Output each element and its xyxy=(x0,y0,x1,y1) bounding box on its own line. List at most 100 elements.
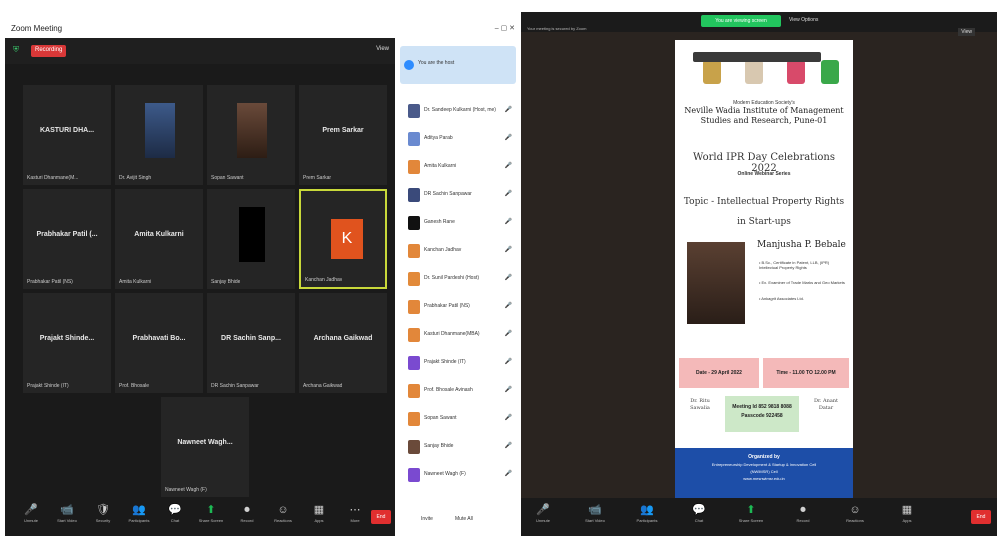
toolbar-button-apps[interactable]: ▦ Apps xyxy=(893,502,921,532)
security-icon: 🛡 xyxy=(96,504,110,516)
toolbar-label: Chat xyxy=(694,518,704,523)
toolbar-button-start-video[interactable]: 📹 Start Video xyxy=(581,502,609,532)
participant-name: DR Sachin Sanp... xyxy=(221,335,281,342)
toolbar-button-chat[interactable]: 💬 Chat xyxy=(161,502,189,532)
avatar xyxy=(408,356,420,370)
toolbar-button-record[interactable]: ⏺ Record xyxy=(789,502,817,532)
microphone-icon[interactable]: 🎤 xyxy=(505,386,512,393)
passcode: Passcode 922458 xyxy=(741,413,783,419)
annotation-toolbar[interactable] xyxy=(693,52,821,62)
participant-video-tile[interactable]: Archana Gaikwad Archana Gaikwad xyxy=(299,293,387,393)
participant-video-tile[interactable]: Sanjay Bhide xyxy=(207,189,295,289)
toolbar-label: Reactions xyxy=(846,518,864,523)
apps-icon: ▦ xyxy=(901,504,913,516)
shield-icon[interactable]: ⛨ xyxy=(13,45,19,55)
invite-button[interactable]: Invite xyxy=(421,516,433,522)
microphone-icon[interactable]: 🎤 xyxy=(505,218,512,225)
end-meeting-button[interactable]: End xyxy=(971,510,991,524)
recording-indicator[interactable]: Recording xyxy=(31,45,67,57)
participant-video xyxy=(239,207,265,262)
toolbar-button-chat[interactable]: 💬 Chat xyxy=(685,502,713,532)
participant-video-tile[interactable]: Prabhakar Patil (... Prabhakar Patil (NS) xyxy=(23,189,111,289)
participant-list-item[interactable]: Aditya Parab 🎤 xyxy=(400,128,516,150)
time-box: Time - 11.00 TO 12.00 PM xyxy=(763,358,849,388)
toolbar-button-participants[interactable]: 👥 Participants xyxy=(125,502,153,532)
toolbar-button-apps[interactable]: ▦ Apps xyxy=(305,502,333,532)
view-button[interactable]: View xyxy=(958,28,975,36)
view-options-button[interactable]: View Options xyxy=(789,17,818,23)
participant-list-item[interactable]: Kanchan Jadhav 🎤 xyxy=(400,240,516,262)
participant-caption: Prem Sarkar xyxy=(303,175,332,181)
mute-all-button[interactable]: Mute All xyxy=(455,516,473,522)
participant-list-item[interactable]: Prabhakar Patil (NS) 🎤 xyxy=(400,296,516,318)
participant-caption: Archana Gaikwad xyxy=(303,383,343,389)
toolbar-button-security[interactable]: 🛡 Security xyxy=(89,502,117,532)
participant-video-tile[interactable]: K Kanchan Jadhav xyxy=(299,189,387,289)
participant-list-item[interactable]: Nawneet Wagh (F) 🎤 xyxy=(400,464,516,486)
microphone-icon[interactable]: 🎤 xyxy=(505,330,512,337)
toolbar-button-more[interactable]: ⋯ More xyxy=(341,502,369,532)
toolbar-button-record[interactable]: ⏺ Record xyxy=(233,502,261,532)
microphone-icon[interactable]: 🎤 xyxy=(505,442,512,449)
participant-list-item[interactable]: Dr. Sandeep Kulkarni (Host, me) 🎤 xyxy=(400,100,516,122)
participant-list-item[interactable]: Dr. Sunil Pardeshi (Host) 🎤 xyxy=(400,268,516,290)
participant-list-item[interactable]: Prof. Bhosale Avinash 🎤 xyxy=(400,380,516,402)
toolbar-label: Share Screen xyxy=(738,518,764,523)
participant-video-tile[interactable]: Prem Sarkar Prem Sarkar xyxy=(299,85,387,185)
website: www.mesnwimsr.edu.in xyxy=(743,476,785,481)
avatar xyxy=(408,384,420,398)
toolbar-label: Participants xyxy=(128,518,150,523)
participant-video-tile[interactable]: Prabhavati Bo... Prof. Bhosale xyxy=(115,293,203,393)
toolbar-label: Chat xyxy=(170,518,180,523)
participant-list-item[interactable]: Sopan Sawant 🎤 xyxy=(400,408,516,430)
participant-name: Dr. Sunil Pardeshi (Host) xyxy=(424,275,480,281)
participant-caption: Kanchan Jadhav xyxy=(305,277,343,283)
notice-text: You are the host xyxy=(418,60,455,66)
participant-name: KASTURI DHA... xyxy=(39,127,95,134)
participant-video-tile[interactable]: DR Sachin Sanp... DR Sachin Sanpawar xyxy=(207,293,295,393)
microphone-icon[interactable]: 🎤 xyxy=(505,274,512,281)
toolbar-button-participants[interactable]: 👥 Participants xyxy=(633,502,661,532)
microphone-icon[interactable]: 🎤 xyxy=(505,302,512,309)
microphone-icon[interactable]: 🎤 xyxy=(505,190,512,197)
microphone-icon[interactable]: 🎤 xyxy=(505,106,512,113)
participant-video-tile[interactable]: Dr. Avijit Singh xyxy=(115,85,203,185)
participant-video-tile[interactable]: Prajakt Shinde... Prajakt Shinde (IT) xyxy=(23,293,111,393)
microphone-icon[interactable]: 🎤 xyxy=(505,358,512,365)
participant-list-item[interactable]: Ganesh Rane 🎤 xyxy=(400,212,516,234)
participant-video-tile[interactable]: Amita Kulkarni Amita Kulkarni xyxy=(115,189,203,289)
participant-list-item[interactable]: Prajakt Shinde (IT) 🎤 xyxy=(400,352,516,374)
organizer: Entrepreneurship Development & Startup &… xyxy=(711,462,817,467)
logo-left xyxy=(703,60,721,84)
shared-poster: Modern Education Society's Neville Wadia… xyxy=(675,40,853,502)
microphone-icon[interactable]: 🎤 xyxy=(505,134,512,141)
toolbar-label: Record xyxy=(240,518,254,523)
participant-name: Kasturi Dhanmane(MBA) xyxy=(424,331,480,337)
toolbar-button-unmute[interactable]: 🎤 Unmute xyxy=(17,502,45,532)
toolbar-button-reactions[interactable]: ☺ Reactions xyxy=(269,502,297,532)
window-controls[interactable]: – ▢ ✕ xyxy=(495,24,515,32)
participant-video-tile[interactable]: KASTURI DHA... Kasturi Dhanmane(M... xyxy=(23,85,111,185)
microphone-icon[interactable]: 🎤 xyxy=(505,162,512,169)
toolbar-button-start-video[interactable]: 📹 Start Video xyxy=(53,502,81,532)
view-button[interactable]: View xyxy=(376,46,389,52)
organizer-line2: (NWIMSR) Cell xyxy=(750,469,778,474)
microphone-icon[interactable]: 🎤 xyxy=(505,414,512,421)
participant-video-tile[interactable]: Sopan Sawant xyxy=(207,85,295,185)
viewing-screen-indicator: You are viewing screen xyxy=(701,15,781,27)
participant-list-item[interactable]: DR Sachin Sanpawar 🎤 xyxy=(400,184,516,206)
participant-video-tile[interactable]: Nawneet Wagh... Nawneet Wagh (F) xyxy=(161,397,249,497)
toolbar-button-share-screen[interactable]: ⬆ Share Screen xyxy=(737,502,765,532)
toolbar-button-reactions[interactable]: ☺ Reactions xyxy=(841,502,869,532)
participant-list-item[interactable]: Kasturi Dhanmane(MBA) 🎤 xyxy=(400,324,516,346)
microphone-icon[interactable]: 🎤 xyxy=(505,470,512,477)
participant-list-item[interactable]: Sanjay Bhide 🎤 xyxy=(400,436,516,458)
end-meeting-button[interactable]: End xyxy=(371,510,391,524)
participant-caption: Prof. Bhosale xyxy=(119,383,150,389)
toolbar-button-unmute[interactable]: 🎤 Unmute xyxy=(529,502,557,532)
microphone-icon[interactable]: 🎤 xyxy=(505,246,512,253)
participant-list-item[interactable]: Amita Kulkarni 🎤 xyxy=(400,156,516,178)
avatar xyxy=(408,216,420,230)
meeting-toolbar: 🎤 Unmute 📹 Start Video 🛡 Security 👥 Participant… xyxy=(5,498,395,536)
toolbar-button-share-screen[interactable]: ⬆ Share Screen xyxy=(197,502,225,532)
